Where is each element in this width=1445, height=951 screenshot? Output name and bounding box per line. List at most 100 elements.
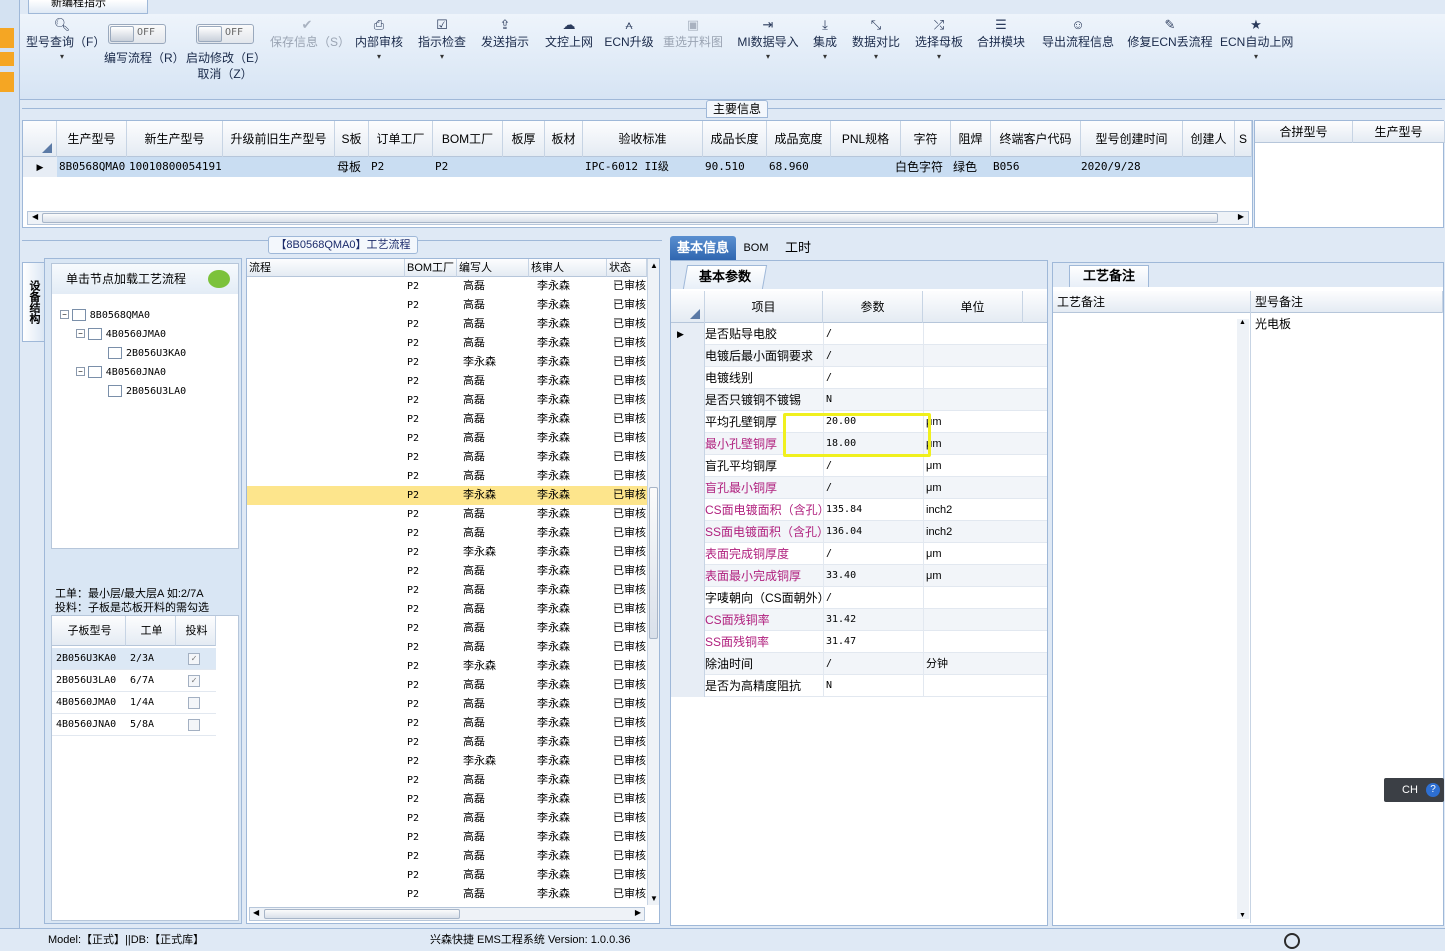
param-value[interactable]: /	[823, 543, 923, 565]
flow-row[interactable]: 显影1P2高磊李永森已审核	[247, 448, 647, 467]
tab-work-hours[interactable]: 工时	[778, 236, 818, 260]
row-header[interactable]	[671, 565, 705, 587]
cell[interactable]: P2	[371, 157, 433, 177]
cell[interactable]: IPC-6012 II级	[585, 157, 703, 177]
cell[interactable]	[833, 157, 901, 177]
cell[interactable]	[1237, 157, 1252, 177]
checkbox-checked[interactable]: ✓	[188, 653, 200, 665]
cell[interactable]: 2B056U3KA0	[52, 648, 126, 670]
row-header[interactable]	[671, 653, 705, 675]
param-value[interactable]: 136.04	[823, 521, 923, 543]
col-header[interactable]: 项目	[705, 291, 823, 323]
main-info-hscrollbar[interactable]: ◀ ▶	[27, 211, 1249, 225]
flow-row[interactable]: 碱性蚀刻1P2李永森李永森已审核	[247, 543, 647, 562]
chevron-down-icon[interactable]: ▾	[808, 50, 842, 64]
flow-row[interactable]: 字符P2李永森李永森已审核	[247, 752, 647, 771]
flow-row[interactable]: − 外层蚀刻1P2高磊李永森已审核	[247, 505, 647, 524]
table-row[interactable]: 4B0560JNA0 5/8A	[52, 714, 216, 736]
flow-row[interactable]: 退膜1P2高磊李永森已审核	[247, 524, 647, 543]
cell[interactable]: 绿色	[953, 157, 991, 177]
equipment-structure-tab[interactable]: 设备结构	[22, 262, 44, 342]
row-header[interactable]	[671, 477, 705, 499]
col-header[interactable]: BOM工厂	[433, 121, 503, 157]
col-header[interactable]: 子板型号	[52, 616, 126, 646]
cell[interactable]: 2020/9/28	[1081, 157, 1183, 177]
scroll-thumb[interactable]	[42, 213, 1218, 223]
document-tab[interactable]: 新编程指示	[28, 0, 148, 14]
flow-hscrollbar[interactable]: ◀ ▶	[249, 907, 645, 921]
language-indicator[interactable]: CH ?	[1384, 778, 1444, 802]
chevron-down-icon[interactable]: ▾	[912, 50, 966, 64]
param-row[interactable]: 盲孔最小铜厚 / μm	[671, 477, 1047, 499]
param-value[interactable]: /	[823, 367, 923, 389]
param-value[interactable]: 33.40	[823, 565, 923, 587]
col-header[interactable]: 型号创建时间	[1081, 121, 1183, 157]
table-row[interactable]: ▶ 8B0568QMA0 10010800054191 母板 P2 P2 IPC…	[23, 157, 1252, 177]
param-row[interactable]: ▶ 是否贴导电胶 /	[671, 323, 1047, 345]
flow-row[interactable]: − 沉铜2P2高磊李永森已审核	[247, 277, 647, 296]
flow-row[interactable]: 外层前处理1P2高磊李永森已审核	[247, 391, 647, 410]
param-value[interactable]: 31.47	[823, 631, 923, 653]
col-header[interactable]: 流程	[247, 259, 405, 277]
param-value[interactable]: N	[823, 389, 923, 411]
param-value[interactable]: /	[823, 345, 923, 367]
start-edit-toggle[interactable]: OFF	[196, 24, 254, 44]
process-remark-field[interactable]	[1053, 313, 1251, 923]
param-row[interactable]: CS面残铜率 31.42	[671, 609, 1047, 631]
checkbox[interactable]	[188, 719, 200, 731]
tree-node[interactable]: − 8B0568QMA0	[60, 306, 150, 325]
param-row[interactable]: 电镀后最小面铜要求 /	[671, 345, 1047, 367]
flow-row[interactable]: 曝光1P2高磊李永森已审核	[247, 429, 647, 448]
flow-row[interactable]: 去毛刺2P2高磊李永森已审核	[247, 296, 647, 315]
col-header[interactable]: 编写人	[457, 259, 529, 277]
internal-review-button[interactable]: ⎙ 内部审核 ▾	[354, 16, 404, 64]
flow-row[interactable]: 喷砂P2高磊李永森已审核	[247, 809, 647, 828]
flow-row[interactable]: 退锡1P2高磊李永森已审核	[247, 562, 647, 581]
cell[interactable]	[547, 157, 583, 177]
col-header[interactable]: 核审人	[529, 259, 607, 277]
model-search-button[interactable]: 🔍︎ 型号查询（F） ▾	[26, 16, 105, 64]
tab-bom[interactable]: BOM	[742, 236, 770, 260]
tree-node[interactable]: 2B056U3KA0	[108, 344, 186, 363]
cell[interactable]: 10010800054191	[129, 157, 223, 177]
tree-node[interactable]: 2B056U3LA0	[108, 382, 186, 401]
flow-vscrollbar[interactable]: ▲ ▼	[647, 259, 659, 905]
param-row[interactable]: SS面电镀面积（含孔） 136.04 inch2	[671, 521, 1047, 543]
param-row[interactable]: 是否为高精度阻抗 N	[671, 675, 1047, 697]
col-header[interactable]: 成品长度	[703, 121, 767, 157]
flow-row[interactable]: 板镀1P2李永森李永森已审核	[247, 353, 647, 372]
col-header[interactable]: 合拼型号	[1255, 121, 1353, 143]
col-header[interactable]: 字符	[901, 121, 951, 157]
flow-row[interactable]: 曝光P2高磊李永森已审核	[247, 695, 647, 714]
flow-row[interactable]: − 电镀1P2高磊李永森已审核	[247, 334, 647, 353]
scroll-thumb[interactable]	[264, 909, 460, 919]
flow-row[interactable]: 图形电镀1P2李永森李永森已审核	[247, 486, 647, 505]
integrate-button[interactable]: ⤓ 集成 ▾	[808, 16, 842, 64]
param-value[interactable]: /	[823, 455, 923, 477]
reselect-cutting-button[interactable]: ▣ 重选开料图	[660, 16, 726, 50]
remark-vscrollbar[interactable]: ▲ ▼	[1237, 319, 1249, 919]
row-header[interactable]	[671, 631, 705, 653]
cell[interactable]: 6/7A	[126, 670, 176, 692]
table-row[interactable]: 4B0560JMA0 1/4A	[52, 692, 216, 714]
param-value[interactable]: /	[823, 323, 923, 345]
cell[interactable]: 5/8A	[126, 714, 176, 736]
col-header[interactable]: 升级前旧生产型号	[223, 121, 335, 157]
flow-row[interactable]: 外层AOIP2高磊李永森已审核	[247, 600, 647, 619]
chevron-down-icon[interactable]: ▾	[416, 50, 468, 64]
row-header[interactable]	[671, 587, 705, 609]
param-row[interactable]: SS面残铜率 31.47	[671, 631, 1047, 653]
cell[interactable]: 2/3A	[126, 648, 176, 670]
col-header[interactable]: 订单工厂	[369, 121, 433, 157]
cancel-edit-button[interactable]: 取消（Z）	[186, 66, 264, 82]
param-row[interactable]: 表面最小完成铜厚 33.40 μm	[671, 565, 1047, 587]
col-header[interactable]: 工单	[126, 616, 176, 646]
scroll-up-icon[interactable]: ▲	[1239, 319, 1246, 326]
chevron-down-icon[interactable]: ▾	[354, 50, 404, 64]
col-header[interactable]: 状态	[607, 259, 647, 277]
col-header[interactable]: 板材	[545, 121, 583, 157]
write-flow-toggle[interactable]: OFF	[108, 24, 166, 44]
col-header[interactable]: 生产型号	[1353, 121, 1445, 143]
row-header[interactable]	[671, 499, 705, 521]
checkbox[interactable]	[188, 697, 200, 709]
